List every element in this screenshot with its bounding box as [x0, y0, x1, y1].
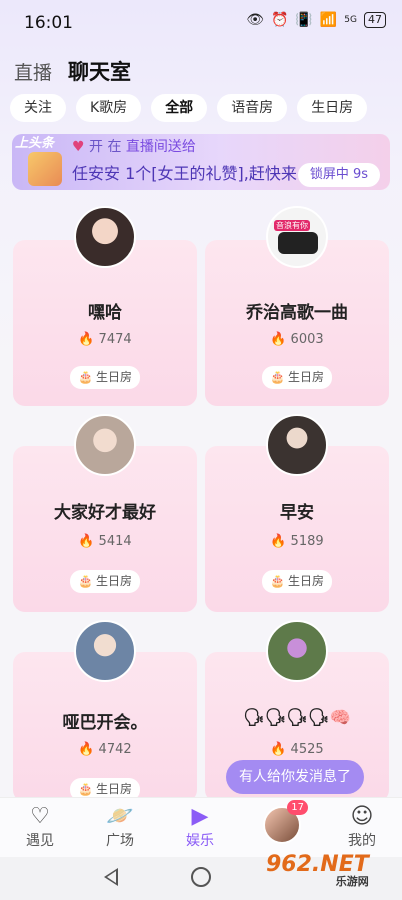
- avatar-badge: 音浪有你: [274, 220, 310, 231]
- avatar[interactable]: 音浪有你: [266, 206, 328, 268]
- nav-messages[interactable]: 17: [252, 800, 312, 844]
- cake-icon: 🎂: [270, 370, 285, 384]
- status-icons: 👁 ⏰ 📳 📶 5G 47: [246, 12, 386, 28]
- back-icon[interactable]: [104, 868, 118, 886]
- cake-icon: 🎂: [78, 782, 93, 796]
- cake-icon: 🎂: [270, 574, 285, 588]
- headline-badge: 上头条: [15, 136, 55, 151]
- nav-meet-label: 遇见: [26, 833, 54, 849]
- tab-chat-room[interactable]: 聊天室: [68, 56, 131, 86]
- room-heat: 🔥 4525: [270, 742, 324, 757]
- status-bar: 16:01 👁 ⏰ 📳 📶 5G 47: [0, 0, 402, 46]
- room-tag: 🎂 生日房: [70, 570, 140, 593]
- flame-icon: 🔥: [78, 742, 95, 757]
- headline-at: 在: [107, 139, 122, 155]
- nav-mine-label: 我的: [348, 833, 376, 849]
- flame-icon: 🔥: [270, 332, 287, 347]
- avatar[interactable]: [74, 206, 136, 268]
- headline-text: 任安安 1个[女王的礼赞],赶快来: [72, 164, 297, 183]
- headline-line1: ♥ 开 在 直播间送给: [72, 136, 196, 156]
- headline-banner[interactable]: 上头条 ♥ 开 在 直播间送给 任安安 1个[女王的礼赞],赶快来 锁屏中 9s: [12, 134, 390, 190]
- room-heat: 🔥 4742: [78, 742, 132, 757]
- headline-avatar: [28, 152, 62, 186]
- room-tag: 🎂 生日房: [262, 570, 332, 593]
- nav-entertainment[interactable]: ▶ 娱乐: [170, 804, 230, 850]
- alarm-icon: ⏰: [270, 12, 289, 28]
- vibrate-icon: 📳: [295, 12, 313, 28]
- avatar[interactable]: [74, 414, 136, 476]
- room-name: 早安: [280, 503, 314, 523]
- message-badge: 17: [287, 800, 308, 815]
- heartbeat-icon: ♡: [30, 804, 50, 829]
- room-name: 嘿哈: [88, 303, 122, 323]
- message-toast[interactable]: 有人给你发消息了: [226, 760, 364, 794]
- flame-icon: 🔥: [78, 534, 95, 549]
- signal-label: 5G: [344, 15, 357, 25]
- top-nav: 直播 聊天室: [14, 56, 131, 86]
- tab-follow[interactable]: 关注: [10, 94, 66, 122]
- watermark: 962.NET 乐游网: [266, 852, 369, 889]
- play-icon: ▶: [191, 804, 209, 829]
- room-tag: 🎂 生日房: [70, 366, 140, 389]
- avatar[interactable]: [266, 620, 328, 682]
- tab-live[interactable]: 直播: [14, 58, 52, 85]
- nav-entertainment-label: 娱乐: [186, 833, 214, 849]
- room-heat: 🔥 6003: [270, 332, 324, 347]
- speaker-icon: [278, 232, 318, 254]
- headline-live: 直播间送给: [125, 139, 196, 155]
- nav-square-label: 广场: [106, 833, 134, 849]
- tab-karaoke[interactable]: K歌房: [76, 94, 142, 122]
- headline-prefix: 开: [89, 139, 104, 155]
- flame-icon: 🔥: [78, 332, 95, 347]
- room-tag: 🎂 生日房: [262, 366, 332, 389]
- flame-icon: 🔥: [270, 534, 287, 549]
- avatar[interactable]: [266, 414, 328, 476]
- room-heat: 🔥 7474: [78, 332, 132, 347]
- bottom-nav: ♡ 遇见 🪐 广场 ▶ 娱乐 17 ☺ 我的: [0, 797, 402, 857]
- status-time: 16:01: [24, 13, 73, 33]
- category-tabs: 关注 K歌房 全部 语音房 生日房: [10, 94, 368, 122]
- cake-icon: 🎂: [78, 370, 93, 384]
- room-name: 🗣🗣🗣🗣🧠: [243, 708, 351, 728]
- avatar[interactable]: [74, 620, 136, 682]
- home-icon[interactable]: [191, 867, 211, 887]
- nav-mine[interactable]: ☺ 我的: [332, 804, 392, 850]
- lock-screen-pill[interactable]: 锁屏中 9s: [297, 163, 380, 187]
- nav-square[interactable]: 🪐 广场: [90, 804, 150, 850]
- planet-icon: 🪐: [106, 804, 134, 829]
- eye-icon: 👁: [246, 12, 264, 28]
- flame-icon: 🔥: [270, 742, 287, 757]
- battery-icon: 47: [364, 12, 386, 28]
- nav-meet[interactable]: ♡ 遇见: [10, 804, 70, 850]
- wifi-icon: 📶: [319, 12, 338, 28]
- room-heat: 🔥 5414: [78, 534, 132, 549]
- room-heat: 🔥 5189: [270, 534, 324, 549]
- smile-icon: ☺: [350, 804, 374, 829]
- cake-icon: 🎂: [78, 574, 93, 588]
- room-name: 哑巴开会。: [62, 713, 148, 733]
- tab-birthday[interactable]: 生日房: [297, 94, 368, 122]
- tab-all[interactable]: 全部: [151, 94, 208, 122]
- room-name: 乔治高歌一曲: [246, 303, 348, 323]
- room-name: 大家好才最好: [54, 503, 156, 523]
- heart-icon: ♥: [72, 139, 85, 155]
- tab-voice[interactable]: 语音房: [217, 94, 288, 122]
